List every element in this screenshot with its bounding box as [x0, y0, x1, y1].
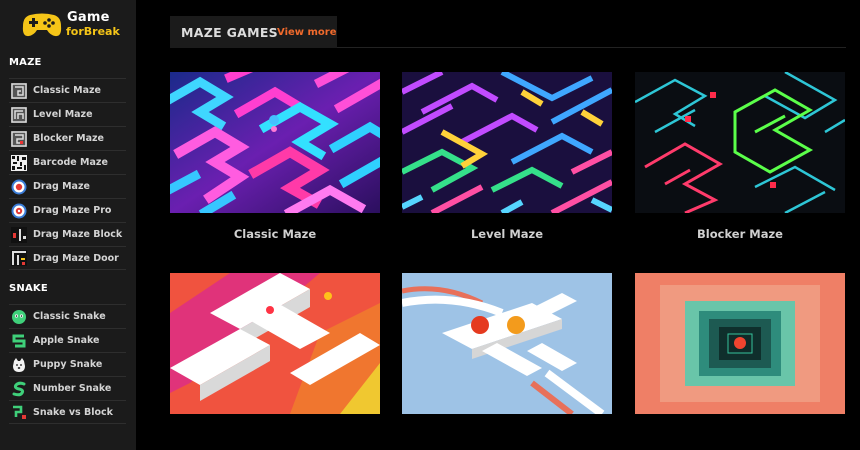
sidebar-item-label: Drag Maze Block: [33, 229, 123, 240]
sidebar-item-apple-snake[interactable]: Apple Snake: [9, 328, 126, 352]
game-card-title[interactable]: Classic Maze: [170, 227, 380, 241]
sidebar-item-snake-vs-block[interactable]: Snake vs Block: [9, 400, 126, 424]
sidebar-item-drag-maze-door[interactable]: Drag Maze Door: [9, 246, 126, 270]
game-thumbnail[interactable]: [170, 273, 380, 414]
game-thumbnail[interactable]: [402, 72, 612, 213]
puppy-snake-icon: [13, 357, 25, 372]
site-logo[interactable]: Game forBreak: [20, 9, 130, 41]
sidebar-heading-maze: MAZE: [9, 57, 42, 68]
sidebar-item-drag-maze-pro[interactable]: Drag Maze Pro: [9, 198, 126, 222]
sidebar-item-label: Apple Snake: [33, 335, 100, 346]
sidebar-item-classic-maze[interactable]: Classic Maze: [9, 78, 126, 102]
sidebar-item-barcode-maze[interactable]: Barcode Maze: [9, 150, 126, 174]
game-card-level-maze[interactable]: Level Maze: [402, 72, 612, 241]
game-thumbnail[interactable]: [635, 273, 845, 414]
sidebar-item-blocker-maze[interactable]: Blocker Maze: [9, 126, 126, 150]
sidebar-item-label: Classic Maze: [33, 85, 101, 96]
drag-maze-door-icon: [11, 250, 27, 266]
classic-maze-icon: [11, 82, 27, 99]
sidebar-item-label: Drag Maze: [33, 181, 90, 192]
classic-snake-icon: [12, 309, 26, 324]
game-card-title[interactable]: Blocker Maze: [635, 227, 845, 241]
snake-vs-block-icon: [11, 404, 27, 420]
logo-text-game: Game: [67, 10, 110, 25]
drag-maze-pro-icon: [11, 203, 27, 218]
game-card-4[interactable]: [170, 273, 380, 414]
blocker-maze-icon: [11, 130, 27, 147]
sidebar-heading-snake: SNAKE: [9, 283, 48, 294]
game-card-5[interactable]: [402, 273, 612, 414]
sidebar-item-number-snake[interactable]: Number Snake: [9, 376, 126, 400]
sidebar-maze-list: Classic Maze Level Maze Blocker Maze Bar…: [9, 78, 126, 270]
sidebar-item-label: Blocker Maze: [33, 133, 104, 144]
number-snake-icon: [12, 381, 26, 396]
game-card-classic-maze[interactable]: Classic Maze: [170, 72, 380, 241]
game-card-title[interactable]: Level Maze: [402, 227, 612, 241]
sidebar-snake-list: Classic Snake Apple Snake Puppy Snake Nu…: [9, 304, 126, 424]
game-thumbnail[interactable]: [635, 72, 845, 213]
view-more-link[interactable]: View more: [277, 27, 337, 38]
game-card-6[interactable]: [635, 273, 845, 414]
sidebar: Game forBreak MAZE Classic Maze Level Ma…: [0, 0, 136, 450]
section-title: MAZE GAMES: [181, 25, 278, 40]
logo-text-forbreak: forBreak: [66, 25, 120, 38]
sidebar-item-label: Number Snake: [33, 383, 112, 394]
section-header: MAZE GAMES View more: [170, 16, 846, 48]
sidebar-item-classic-snake[interactable]: Classic Snake: [9, 304, 126, 328]
sidebar-item-level-maze[interactable]: Level Maze: [9, 102, 126, 126]
gamepad-icon: [22, 13, 62, 37]
sidebar-item-label: Puppy Snake: [33, 359, 103, 370]
sidebar-item-label: Snake vs Block: [33, 406, 113, 418]
sidebar-item-label: Drag Maze Pro: [33, 205, 112, 216]
apple-snake-icon: [11, 332, 27, 349]
game-card-blocker-maze[interactable]: Blocker Maze: [635, 72, 845, 241]
sidebar-item-label: Classic Snake: [33, 311, 106, 322]
barcode-maze-icon: [11, 154, 27, 171]
sidebar-item-puppy-snake[interactable]: Puppy Snake: [9, 352, 126, 376]
game-thumbnail[interactable]: [170, 72, 380, 213]
sidebar-item-label: Drag Maze Door: [33, 252, 119, 264]
sidebar-item-label: Barcode Maze: [33, 157, 108, 168]
level-maze-icon: [11, 106, 27, 123]
sidebar-item-label: Level Maze: [33, 109, 93, 120]
drag-maze-block-icon: [11, 226, 27, 243]
sidebar-item-drag-maze-block[interactable]: Drag Maze Block: [9, 222, 126, 246]
section-tab: MAZE GAMES View more: [170, 16, 337, 48]
drag-maze-icon: [11, 179, 27, 194]
sidebar-item-drag-maze[interactable]: Drag Maze: [9, 174, 126, 198]
game-thumbnail[interactable]: [402, 273, 612, 414]
